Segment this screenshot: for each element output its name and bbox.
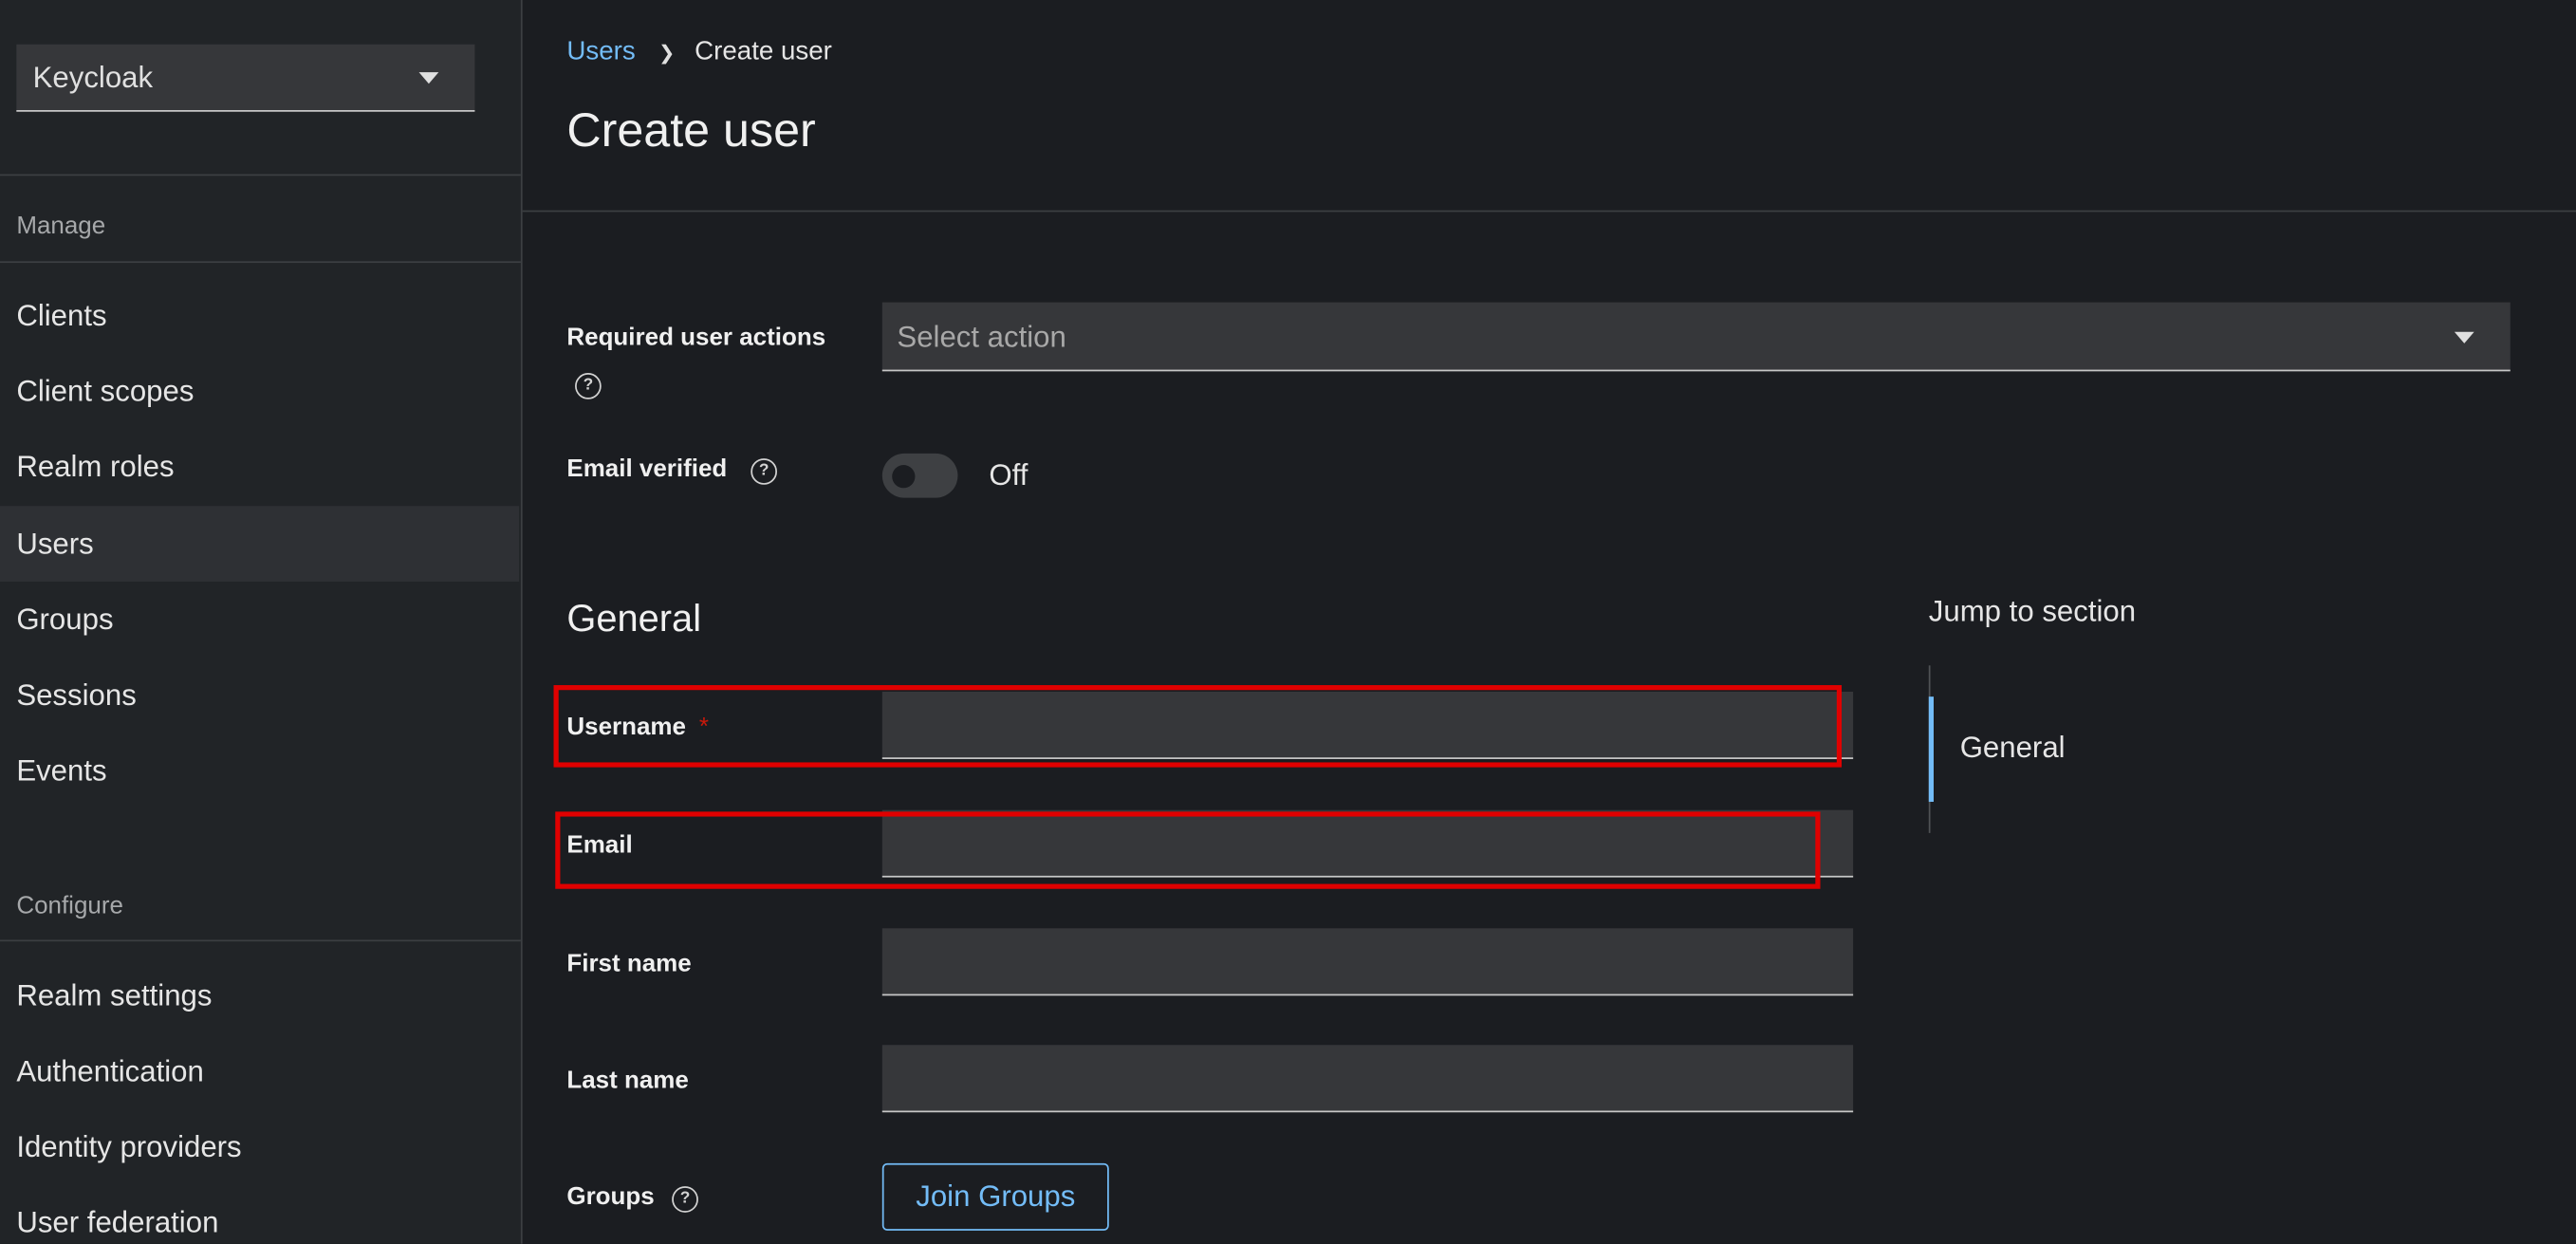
jump-section-active-indicator [1928, 696, 1934, 802]
question-circle-icon[interactable]: ? [575, 373, 602, 399]
required-actions-select[interactable]: Select action [881, 302, 2511, 372]
email-verified-label-text: Email verified [566, 455, 728, 484]
username-label: Username * [566, 713, 709, 740]
question-circle-icon[interactable]: ? [672, 1186, 698, 1213]
sidebar-item-user-federation[interactable]: User federation [0, 1184, 519, 1244]
groups-label: Groups [566, 1183, 654, 1211]
username-label-text: Username [566, 713, 686, 741]
realm-select-label: Keycloak [32, 61, 154, 94]
sidebar-divider [0, 939, 521, 942]
sidebar-item-events[interactable]: Events [0, 733, 519, 808]
email-verified-label: Email verified [566, 455, 727, 483]
sidebar-item-realm-settings[interactable]: Realm settings [0, 957, 519, 1033]
sidebar: Keycloak Manage Clients Client scopes Re… [0, 0, 523, 1244]
page-header: Users ❯ Create user Create user [522, 0, 2576, 213]
required-actions-placeholder: Select action [897, 320, 1066, 354]
jump-to-section-title: Jump to section [1928, 594, 2137, 628]
email-verified-state: Off [989, 458, 1029, 492]
page-title: Create user [566, 104, 816, 158]
sidebar-item-authentication[interactable]: Authentication [0, 1033, 519, 1109]
breadcrumb: Users ❯ Create user [566, 38, 832, 67]
general-section-title: General [566, 596, 702, 640]
caret-down-icon [2454, 331, 2474, 343]
first-name-label-text: First name [566, 949, 692, 978]
sidebar-divider [0, 261, 521, 264]
username-input[interactable] [881, 691, 1854, 759]
sidebar-item-groups[interactable]: Groups [0, 582, 519, 658]
sidebar-item-users[interactable]: Users [0, 506, 520, 582]
angle-right-icon: ❯ [658, 41, 676, 65]
groups-label-text: Groups [566, 1182, 655, 1212]
jump-link-general[interactable]: General [1960, 732, 2066, 766]
sidebar-divider [0, 174, 521, 176]
breadcrumb-link-users[interactable]: Users [566, 38, 635, 67]
section-heading-manage: Manage [16, 212, 106, 240]
sidebar-item-sessions[interactable]: Sessions [0, 658, 519, 733]
question-circle-icon[interactable]: ? [751, 458, 778, 485]
page: Keycloak Manage Clients Client scopes Re… [0, 0, 2576, 1244]
section-heading-configure: Configure [16, 892, 123, 920]
email-input[interactable] [881, 809, 1854, 878]
required-actions-label: Required user actions [566, 324, 825, 351]
first-name-input[interactable] [881, 928, 1854, 996]
email-label-text: Email [566, 831, 633, 860]
caret-down-icon [418, 72, 439, 84]
sidebar-item-identity-providers[interactable]: Identity providers [0, 1109, 519, 1185]
breadcrumb-current: Create user [695, 37, 832, 66]
last-name-label-text: Last name [566, 1066, 689, 1095]
required-indicator: * [698, 713, 709, 741]
realm-select[interactable]: Keycloak [16, 44, 475, 112]
sidebar-item-clients[interactable]: Clients [0, 278, 519, 354]
sidebar-item-realm-roles[interactable]: Realm roles [0, 429, 519, 505]
toggle-knob [892, 465, 916, 489]
join-groups-button[interactable]: Join Groups [881, 1162, 1109, 1231]
email-verified-toggle[interactable] [881, 453, 958, 498]
required-actions-label-text: Required user actions [566, 324, 826, 352]
last-name-label: Last name [566, 1067, 688, 1094]
first-name-label: First name [566, 950, 691, 977]
sidebar-item-client-scopes[interactable]: Client scopes [0, 353, 519, 429]
email-label: Email [566, 831, 632, 859]
last-name-input[interactable] [881, 1045, 1854, 1113]
